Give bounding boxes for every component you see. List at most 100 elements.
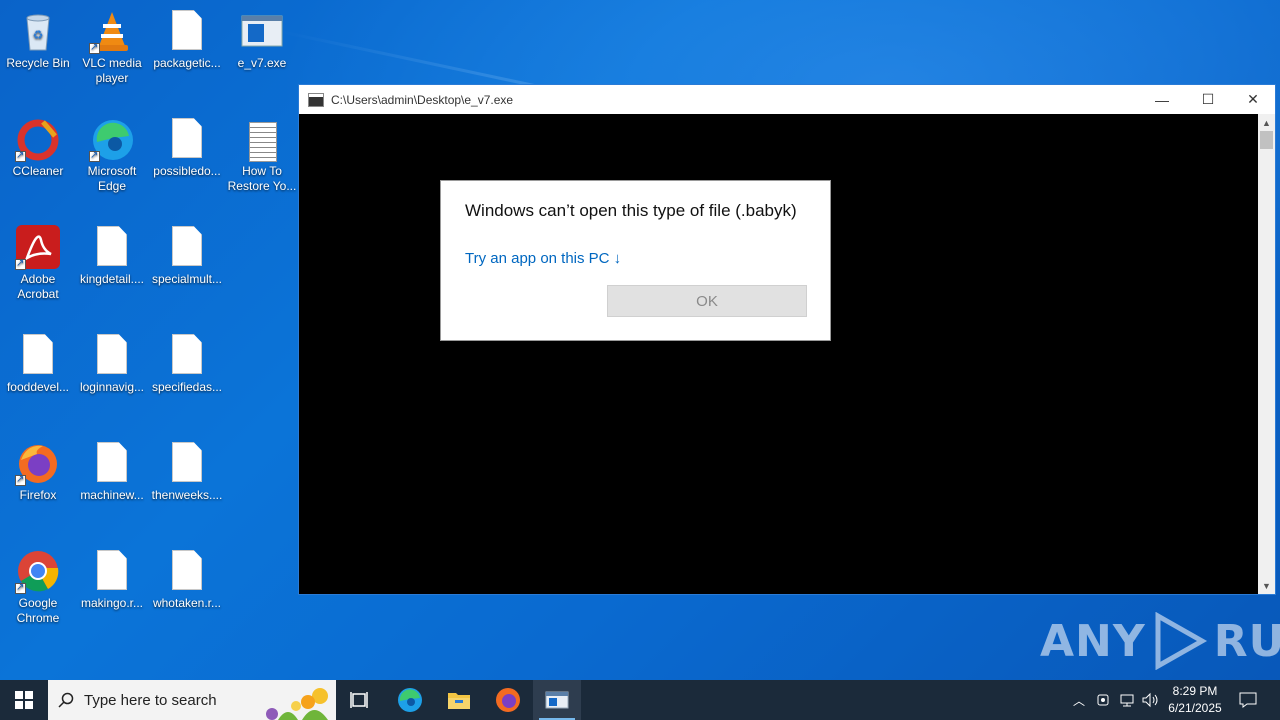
close-button[interactable]: ✕ [1230, 85, 1276, 114]
taskbar-search-box[interactable]: Type here to search [48, 680, 336, 720]
minimize-button[interactable]: — [1139, 85, 1185, 114]
shortcut-arrow-icon [15, 256, 26, 271]
chevron-up-icon: ︿ [1072, 693, 1085, 708]
recycle-bin-icon: ♻ [15, 8, 61, 54]
desktop-icon-chrome[interactable]: Google Chrome [0, 540, 76, 626]
desktop-icon-edge[interactable]: Microsoft Edge [74, 108, 150, 194]
file-icon [164, 8, 210, 54]
desktop-icon-specialmult[interactable]: specialmult... [149, 216, 225, 287]
shortcut-arrow-icon [15, 580, 26, 595]
taskbar: Type here to search ︿ 8:29 PM 6/21/2025 [0, 680, 1280, 720]
action-center-button[interactable] [1236, 680, 1260, 720]
clock-date: 6/21/2025 [1168, 701, 1222, 715]
desktop-icon-label: kingdetail.... [79, 272, 145, 286]
scroll-down-arrow-icon[interactable]: ▼ [1258, 577, 1275, 594]
task-view-button[interactable] [336, 680, 384, 720]
desktop-icon-machinew[interactable]: machinew... [74, 432, 150, 503]
desktop-icon-label: thenweeks.... [151, 488, 223, 502]
shortcut-arrow-icon [15, 472, 26, 487]
desktop-icon-loginnavig[interactable]: loginnavig... [74, 324, 150, 395]
desktop-icon-vlc[interactable]: VLC media player [74, 0, 150, 86]
meet-now-button[interactable] [1092, 680, 1114, 720]
svg-text:♻: ♻ [33, 28, 44, 42]
desktop-icon-label: Firefox [19, 488, 57, 502]
file-icon [15, 332, 61, 378]
desktop-icon-e-v7[interactable]: e_v7.exe [224, 0, 300, 71]
search-highlight-flowers-icon [266, 688, 328, 720]
taskbar-console-button[interactable] [533, 680, 581, 720]
file-icon [89, 332, 135, 378]
firefox-icon [496, 688, 520, 712]
desktop-icon-label: VLC media player [82, 56, 142, 85]
meet-now-icon [1097, 694, 1109, 706]
volume-button[interactable] [1140, 680, 1162, 720]
desktop-icon-label: loginnavig... [79, 380, 145, 394]
desktop-icon-label: How To Restore Yo... [227, 164, 297, 193]
network-button[interactable] [1116, 680, 1138, 720]
desktop-icon-label: Recycle Bin [6, 56, 70, 70]
desktop-icon-label: packagetic... [153, 56, 221, 70]
windows-logo-icon [15, 691, 33, 709]
desktop-icon-packagetic[interactable]: packagetic... [149, 0, 225, 71]
desktop-icon-label: e_v7.exe [237, 56, 287, 70]
shortcut-arrow-icon [89, 148, 100, 163]
desktop-icon-possibledo[interactable]: possibledo... [149, 108, 225, 179]
start-button[interactable] [0, 680, 48, 720]
desktop-icon-label: fooddevel... [6, 380, 70, 394]
desktop-icon-whotaken[interactable]: whotaken.r... [149, 540, 225, 611]
file-icon [164, 116, 210, 162]
console-app-icon [308, 92, 324, 107]
shortcut-arrow-icon [89, 40, 100, 55]
maximize-button[interactable]: ☐ [1185, 85, 1231, 114]
taskbar-explorer-button[interactable] [435, 680, 483, 720]
try-app-link[interactable]: Try an app on this PC ↓ [465, 250, 621, 267]
task-view-icon [350, 692, 368, 708]
desktop-icon-label: makingo.r... [80, 596, 144, 610]
desktop-icon-label: specifiedas... [151, 380, 223, 394]
file-icon [89, 440, 135, 486]
window-titlebar[interactable]: C:\Users\admin\Desktop\e_v7.exe — ☐ ✕ [299, 85, 1275, 114]
edge-icon [89, 116, 135, 163]
desktop-icon-recycle-bin[interactable]: ♻ Recycle Bin [0, 0, 76, 71]
desktop-icon-makingo[interactable]: makingo.r... [74, 540, 150, 611]
desktop-icon-fooddevel[interactable]: fooddevel... [0, 324, 76, 395]
desktop-icon-label: Google Chrome [16, 596, 60, 625]
ok-button[interactable]: OK [607, 285, 807, 317]
desktop-icon-how-to-restore[interactable]: How To Restore Yo... [224, 108, 300, 194]
acrobat-icon [15, 224, 61, 271]
network-icon [1120, 694, 1134, 707]
desktop-icon-firefox[interactable]: Firefox [0, 432, 76, 503]
dialog-title: Windows can’t open this type of file (.b… [465, 201, 797, 220]
file-icon [89, 548, 135, 594]
anyrun-watermark: ANY RUN [1040, 612, 1280, 670]
taskbar-clock[interactable]: 8:29 PM 6/21/2025 [1160, 683, 1230, 717]
open-with-dialog: Windows can’t open this type of file (.b… [440, 180, 831, 341]
show-hidden-icons-button[interactable]: ︿ [1068, 680, 1090, 720]
search-icon [48, 692, 84, 708]
scroll-up-arrow-icon[interactable]: ▲ [1258, 114, 1275, 131]
desktop-icon-label: Adobe Acrobat [17, 272, 59, 301]
taskbar-firefox-button[interactable] [484, 680, 532, 720]
desktop-icon-ccleaner[interactable]: CCleaner [0, 108, 76, 179]
desktop-icon-label: whotaken.r... [152, 596, 222, 610]
search-placeholder: Type here to search [84, 691, 217, 709]
desktop-icon-label: CCleaner [12, 164, 64, 178]
shortcut-arrow-icon [15, 148, 26, 163]
text-file-icon [239, 116, 285, 162]
desktop-icon-thenweeks[interactable]: thenweeks.... [149, 432, 225, 503]
vlc-icon [89, 8, 135, 55]
file-icon [164, 548, 210, 594]
desktop-icon-kingdetail[interactable]: kingdetail.... [74, 216, 150, 287]
desktop-icon-label: Microsoft Edge [87, 164, 137, 193]
scrollbar-thumb[interactable] [1260, 131, 1273, 149]
taskbar-edge-button[interactable] [386, 680, 434, 720]
desktop-icon-label: specialmult... [151, 272, 223, 286]
vertical-scrollbar[interactable]: ▲ ▼ [1258, 114, 1275, 594]
clock-time: 8:29 PM [1172, 684, 1218, 698]
firefox-icon [15, 440, 61, 487]
desktop-icon-specifiedas[interactable]: specifiedas... [149, 324, 225, 395]
desktop-icon-acrobat[interactable]: Adobe Acrobat [0, 216, 76, 302]
edge-icon [398, 688, 422, 712]
file-icon [164, 332, 210, 378]
console-app-icon [545, 691, 569, 709]
